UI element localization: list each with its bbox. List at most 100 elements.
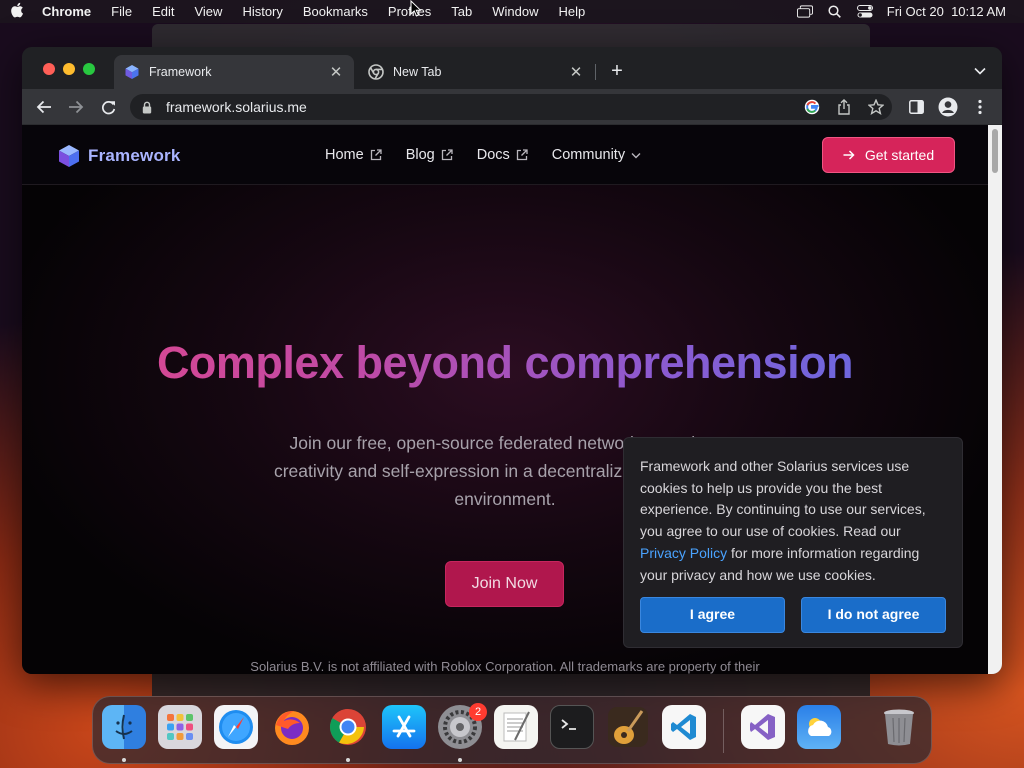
google-lens-icon[interactable] — [800, 95, 824, 119]
page-scrollbar[interactable] — [988, 125, 1002, 674]
dock: 2 — [92, 696, 932, 764]
garageband-icon[interactable] — [606, 705, 650, 749]
get-started-button[interactable]: Get started — [822, 137, 955, 173]
nav-community[interactable]: Community — [552, 147, 641, 163]
browser-toolbar: framework.solarius.me — [22, 89, 1002, 125]
external-link-icon — [516, 149, 528, 161]
menu-edit[interactable]: Edit — [142, 4, 184, 19]
tab-new-tab[interactable]: New Tab ✕ — [358, 55, 594, 89]
nav-label: Community — [551, 147, 626, 163]
finder-icon[interactable] — [102, 705, 146, 749]
logo-text: Framework — [88, 146, 181, 165]
lock-icon[interactable] — [142, 101, 156, 114]
scrollbar-thumb[interactable] — [992, 129, 998, 173]
tab-separator — [595, 64, 596, 80]
privacy-policy-link[interactable]: Privacy Policy — [640, 545, 727, 561]
bookmark-star-icon[interactable] — [864, 95, 888, 119]
side-panel-icon[interactable] — [904, 95, 928, 119]
menu-file[interactable]: File — [101, 4, 142, 19]
disagree-button[interactable]: I do not agree — [801, 597, 946, 633]
framework-cube-icon — [59, 145, 79, 167]
tab-strip: Framework ✕ New Tab ✕ + — [22, 47, 1002, 89]
spotlight-search-icon[interactable] — [827, 5, 843, 18]
menu-history[interactable]: History — [232, 4, 292, 19]
terminal-icon[interactable] — [550, 705, 594, 749]
url-text: framework.solarius.me — [166, 99, 307, 115]
launchpad-icon[interactable] — [158, 705, 202, 749]
agree-label: I agree — [689, 606, 736, 623]
menu-app-name[interactable]: Chrome — [34, 4, 101, 19]
vscode-icon[interactable] — [662, 705, 706, 749]
background-window-bottom — [152, 672, 870, 696]
join-now-label: Join Now — [471, 575, 538, 592]
framework-cube-icon — [124, 64, 140, 80]
close-window-button[interactable] — [43, 63, 55, 75]
site-nav: Home Blog Docs Community — [325, 147, 641, 163]
tab-title: Framework — [149, 65, 212, 79]
minimize-window-button[interactable] — [63, 63, 75, 75]
app-store-icon[interactable] — [382, 705, 426, 749]
address-bar[interactable]: framework.solarius.me — [130, 94, 892, 120]
arrow-right-icon — [843, 150, 855, 160]
site-logo[interactable]: Framework — [58, 144, 181, 168]
chrome-icon — [368, 64, 384, 80]
firefox-icon[interactable] — [270, 705, 314, 749]
close-tab-icon[interactable]: ✕ — [328, 63, 344, 81]
menu-bar: Chrome File Edit View History Bookmarks … — [0, 0, 1024, 23]
menu-bookmarks[interactable]: Bookmarks — [293, 4, 378, 19]
footnote-disclaimer: Solarius B.V. is not affiliated with Rob… — [250, 659, 760, 674]
tab-search-chevron-icon[interactable] — [970, 61, 990, 81]
more-menu-icon[interactable] — [968, 95, 992, 119]
mouse-cursor-icon — [410, 0, 422, 17]
hero-title: Complex beyond comprehension — [22, 337, 988, 389]
dock-separator — [723, 709, 724, 753]
get-started-label: Get started — [864, 147, 935, 163]
external-link-icon — [441, 149, 453, 161]
new-tab-button[interactable]: + — [606, 60, 628, 82]
tab-framework[interactable]: Framework ✕ — [114, 55, 354, 89]
nav-docs[interactable]: Docs — [477, 147, 528, 163]
chrome-icon[interactable] — [326, 705, 370, 749]
join-now-button[interactable]: Join Now — [445, 561, 564, 607]
nav-home[interactable]: Home — [325, 147, 382, 163]
control-center-icon[interactable] — [856, 5, 873, 18]
cookie-text: Framework and other Solarius services us… — [640, 458, 926, 540]
apple-menu-icon[interactable] — [0, 2, 34, 21]
nav-blog[interactable]: Blog — [406, 147, 453, 163]
safari-icon[interactable] — [214, 705, 258, 749]
menu-bar-status: Fri Oct 20 10:12 AM — [796, 4, 1024, 19]
running-indicator — [346, 758, 350, 762]
reload-icon[interactable] — [96, 95, 120, 119]
running-indicator — [458, 758, 462, 762]
textedit-icon[interactable] — [494, 705, 538, 749]
chevron-down-icon — [631, 152, 641, 158]
zoom-window-button[interactable] — [83, 63, 95, 75]
menu-clock[interactable]: Fri Oct 20 10:12 AM — [887, 4, 1006, 19]
nav-label: Home — [325, 147, 364, 163]
tab-title: New Tab — [393, 65, 442, 79]
forward-arrow-icon[interactable] — [64, 95, 88, 119]
menu-view[interactable]: View — [184, 4, 232, 19]
menu-tab[interactable]: Tab — [441, 4, 482, 19]
nav-label: Blog — [405, 147, 435, 163]
cookie-consent-dialog: Framework and other Solarius services us… — [623, 437, 963, 648]
menu-window[interactable]: Window — [482, 4, 548, 19]
weather-icon[interactable] — [797, 705, 841, 749]
agree-button[interactable]: I agree — [640, 597, 785, 633]
trash-icon[interactable] — [877, 705, 921, 749]
visual-studio-icon[interactable] — [741, 705, 785, 749]
menu-help[interactable]: Help — [549, 4, 596, 19]
share-icon[interactable] — [832, 95, 856, 119]
site-header: Framework Home Blog Docs Community Get s… — [22, 125, 988, 185]
notification-badge: 2 — [469, 703, 487, 721]
nav-label: Docs — [476, 147, 510, 163]
window-switcher-icon[interactable] — [796, 5, 813, 18]
back-arrow-icon[interactable] — [32, 95, 56, 119]
running-indicator — [122, 758, 126, 762]
external-link-icon — [370, 149, 382, 161]
profile-avatar-icon[interactable] — [936, 95, 960, 119]
disagree-label: I do not agree — [827, 606, 920, 623]
cookie-message: Framework and other Solarius services us… — [640, 456, 946, 586]
background-window — [152, 24, 870, 48]
close-tab-icon[interactable]: ✕ — [568, 63, 584, 81]
